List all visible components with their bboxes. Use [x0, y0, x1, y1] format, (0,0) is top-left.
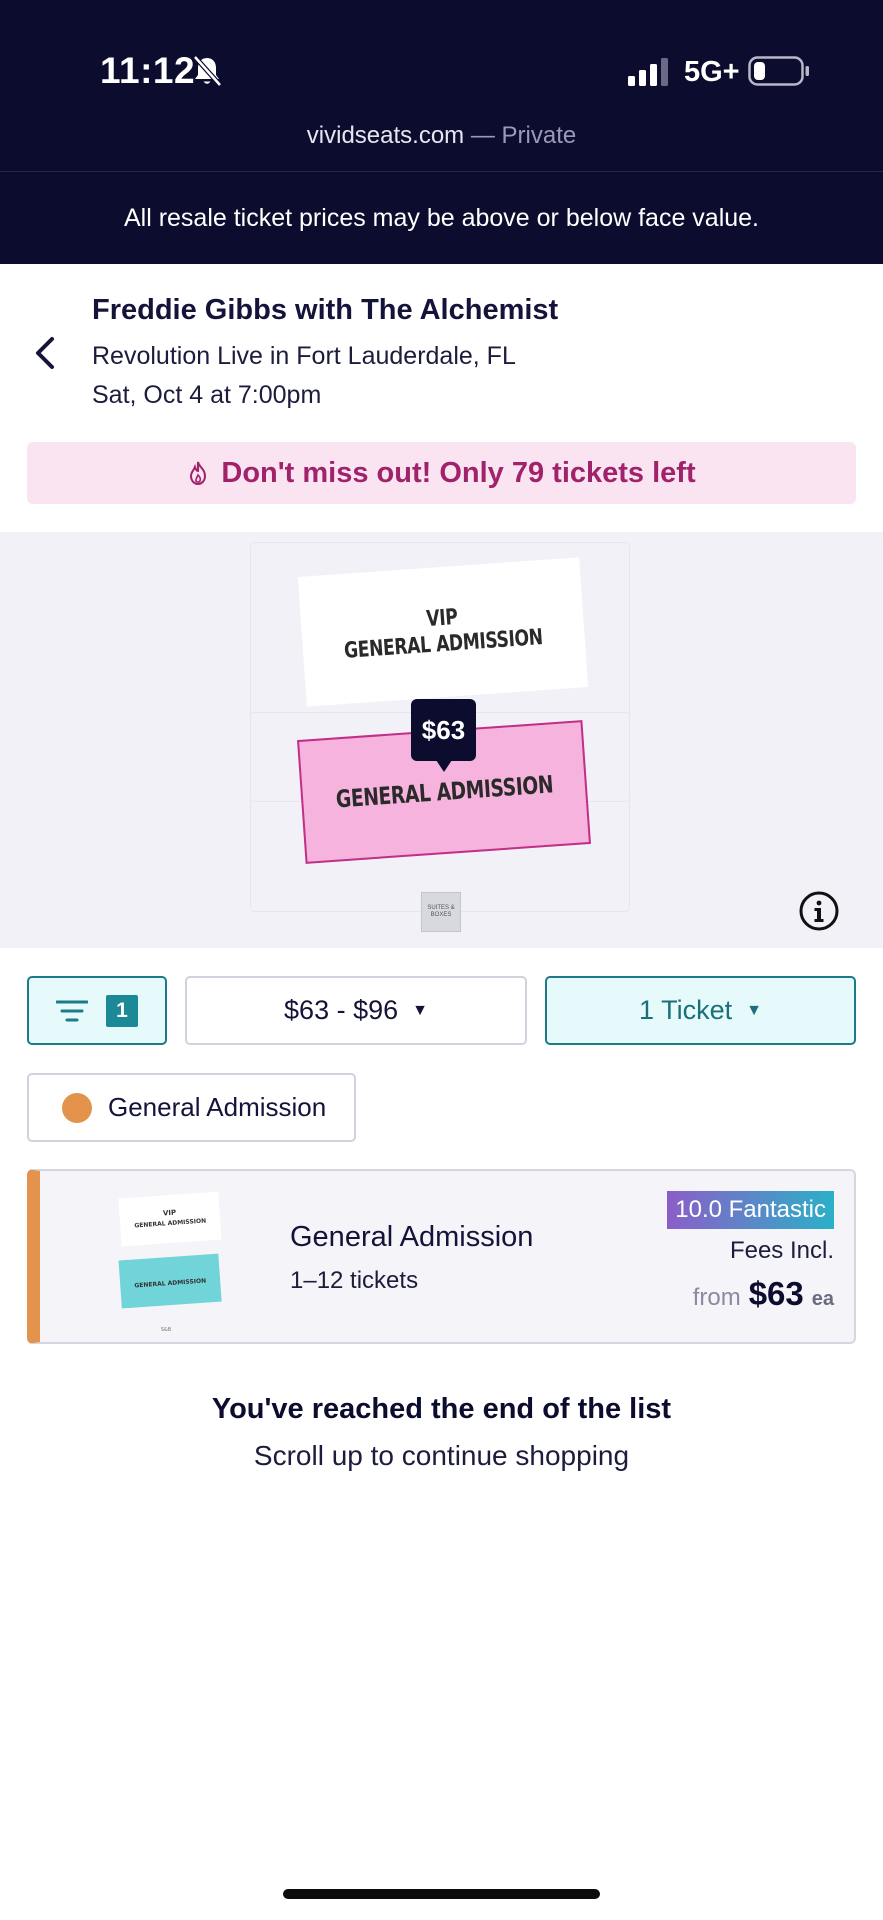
- status-time: 11:12: [100, 50, 196, 91]
- caret-down-icon: ▼: [746, 1001, 762, 1019]
- back-chevron-icon[interactable]: [30, 333, 66, 373]
- section-color-dot: [62, 1092, 92, 1123]
- section-filter-chip[interactable]: General Admission: [27, 1073, 356, 1142]
- section-thumbnail: VIP GENERAL ADMISSION GENERAL ADMISSION …: [118, 1191, 222, 1333]
- price-unit: ea: [811, 1288, 834, 1310]
- fees-included-label: Fees Incl.: [729, 1237, 834, 1264]
- ticket-quantity-label: 1 Ticket: [639, 995, 733, 1025]
- urgency-text: Don't miss out! Only 79 tickets left: [221, 456, 696, 489]
- browser-top-bar: 11:12 5G+ vividseats.com — Private: [0, 0, 883, 172]
- end-of-list-title: You've reached the end of the list: [211, 1393, 672, 1425]
- listing-title: General Admission: [290, 1221, 534, 1253]
- listing-card[interactable]: VIP GENERAL ADMISSION GENERAL ADMISSION …: [27, 1169, 856, 1344]
- map-price-pin[interactable]: $63: [411, 699, 476, 772]
- network-type: 5G+: [684, 56, 740, 88]
- listing-price: from $63 ea: [693, 1275, 834, 1313]
- price-range-label: $63 - $96: [284, 995, 399, 1025]
- url-domain: vividseats.com: [306, 122, 465, 149]
- price-disclaimer: All resale ticket prices may be above or…: [0, 172, 883, 264]
- deal-rating-badge: 10.0 Fantastic: [667, 1191, 834, 1229]
- suites-label: SUITES & BOXES: [427, 905, 455, 918]
- event-venue: Revolution Live in Fort Lauderdale, FL: [92, 342, 516, 370]
- filter-lines-icon: [56, 1000, 88, 1021]
- bell-slash-icon: [193, 55, 222, 87]
- filter-count-badge: 1: [106, 994, 138, 1027]
- urgency-banner: Don't miss out! Only 79 tickets left: [27, 442, 856, 504]
- vip-label-line1: VIP: [425, 604, 459, 633]
- map-section-suites[interactable]: SUITES & BOXES: [421, 892, 461, 932]
- listing-ticket-count: 1–12 tickets: [290, 1267, 419, 1294]
- caret-down-icon: ▼: [412, 1001, 428, 1019]
- home-indicator[interactable]: [283, 1889, 600, 1899]
- map-section-vip[interactable]: VIP GENERAL ADMISSION: [297, 557, 589, 707]
- battery-icon: [748, 56, 809, 86]
- end-of-list-subtitle: Scroll up to continue shopping: [253, 1440, 630, 1471]
- price-from-label: from: [692, 1284, 741, 1311]
- ga-label: GENERAL ADMISSION: [334, 770, 554, 814]
- thumb-vip-line1: VIP: [163, 1209, 177, 1218]
- private-label: — Private: [464, 122, 577, 149]
- ticket-quantity-dropdown[interactable]: 1 Ticket ▼: [545, 976, 856, 1045]
- vip-label-line2: GENERAL ADMISSION: [343, 625, 544, 664]
- price-amount: $63: [748, 1275, 804, 1312]
- chip-label: General Admission: [108, 1092, 327, 1122]
- thumb-suites-label: S&B: [161, 1327, 172, 1333]
- event-date: Sat, Oct 4 at 7:00pm: [92, 381, 322, 409]
- flame-icon: [190, 461, 207, 486]
- filter-button[interactable]: 1: [27, 976, 167, 1045]
- event-title: Freddie Gibbs with The Alchemist: [92, 294, 559, 326]
- info-icon[interactable]: [798, 890, 840, 932]
- price-range-dropdown[interactable]: $63 - $96 ▼: [185, 976, 527, 1045]
- signal-icon: [628, 58, 668, 86]
- url-bar[interactable]: vividseats.com — Private: [0, 122, 883, 150]
